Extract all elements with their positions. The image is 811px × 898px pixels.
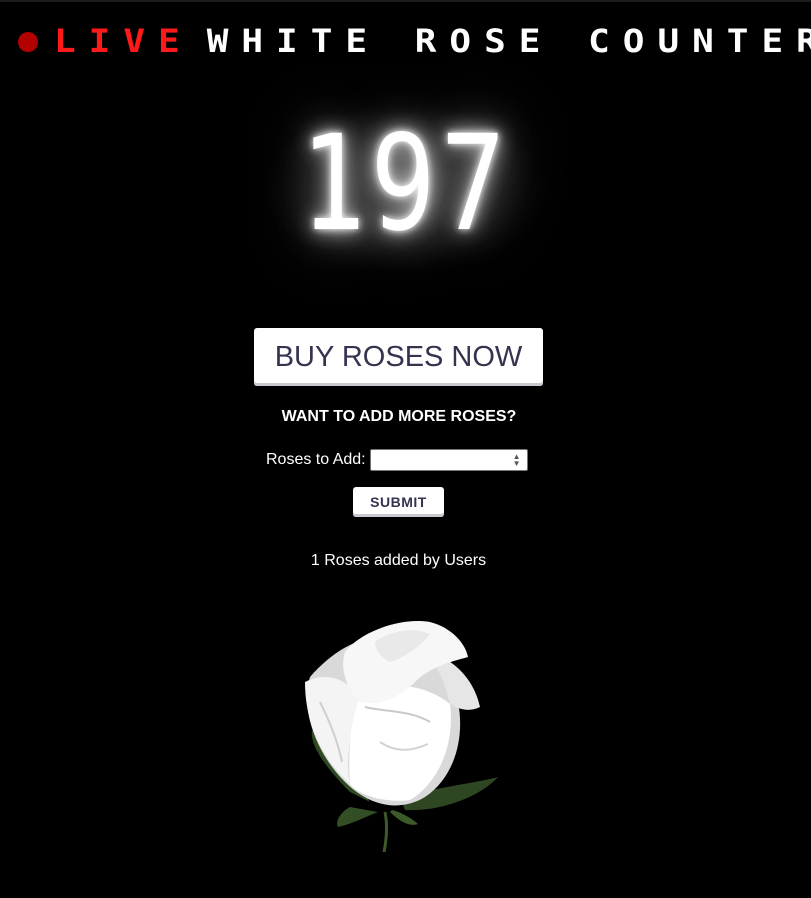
add-roses-form: Roses to Add: ▲ ▼ xyxy=(266,449,528,471)
submit-button[interactable]: SUBMIT xyxy=(353,487,444,517)
live-dot-icon xyxy=(18,32,38,52)
roses-to-add-label: Roses to Add: xyxy=(266,451,366,468)
page: LIVE WHITE ROSE COUNTER 197 BUY ROSES NO… xyxy=(0,0,811,898)
rose-counter: 197 xyxy=(300,107,511,261)
number-spinner[interactable]: ▲ ▼ xyxy=(511,452,523,468)
page-title: WHITE ROSE COUNTER xyxy=(206,23,811,61)
header: LIVE WHITE ROSE COUNTER xyxy=(18,22,811,62)
roses-added-count: 1 Roses added by Users xyxy=(310,552,487,569)
spinner-down-icon[interactable]: ▼ xyxy=(513,460,521,468)
top-border xyxy=(0,0,811,2)
live-label: LIVE xyxy=(54,23,193,61)
roses-to-add-field[interactable]: ▲ ▼ xyxy=(369,449,528,471)
white-rose-image xyxy=(305,621,498,853)
add-roses-heading: WANT TO ADD MORE ROSES? xyxy=(281,408,517,425)
buy-roses-button[interactable]: BUY ROSES NOW xyxy=(254,328,543,386)
roses-to-add-input[interactable] xyxy=(370,450,509,468)
